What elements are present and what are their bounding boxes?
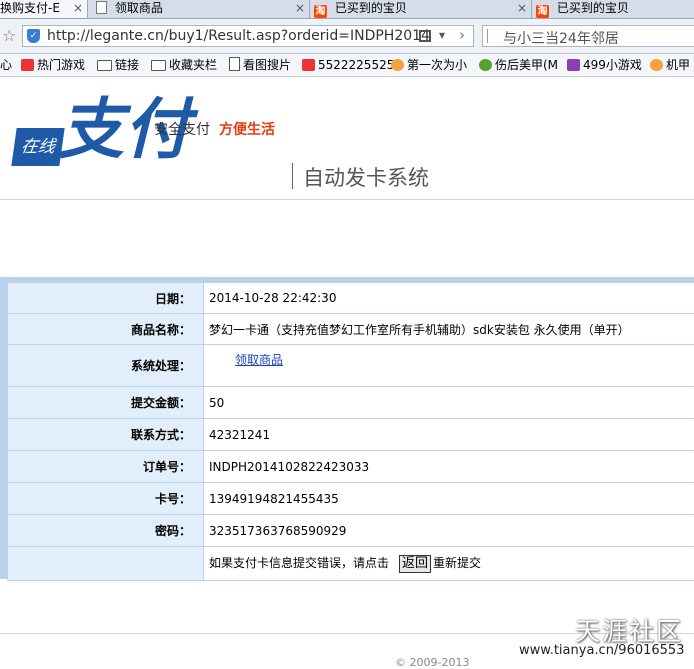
row-label: 密码：	[8, 515, 204, 547]
search-divider	[487, 29, 488, 43]
tab-label: 领取商品	[115, 1, 163, 15]
table-row: 卡号： 13949194821455435	[8, 483, 694, 515]
qr-code-icon[interactable]	[419, 30, 431, 42]
row-label: 卡号：	[8, 483, 204, 515]
table-row: 联系方式： 42321241	[8, 419, 694, 451]
game-icon	[21, 59, 34, 71]
table-row: 商品名称： 梦幻一卡通（支持充值梦幻工作室所有手机辅助）sdk安装包 永久使用（…	[8, 314, 694, 345]
copyright-text: © 2009-2013	[395, 656, 469, 669]
purple-icon	[567, 59, 580, 71]
chevron-down-icon[interactable]: ▾	[439, 28, 445, 42]
folder-icon	[97, 60, 112, 71]
table-row: 密码： 323517363768590929	[8, 515, 694, 547]
folder-icon	[151, 60, 166, 71]
row-value: 领取商品	[204, 345, 694, 387]
star-icon[interactable]: ☆	[2, 26, 16, 45]
tab-label: 已买到的宝贝	[335, 1, 407, 15]
page-icon	[229, 57, 240, 71]
tab-strip: 换购支付-E × 领取商品 × 淘 已买到的宝贝 × 淘 已买到的宝贝	[0, 0, 694, 19]
logo-small-text: 在线	[11, 128, 64, 166]
close-icon[interactable]: ×	[517, 0, 527, 17]
bookmark-links[interactable]: 链接	[97, 57, 139, 73]
tab-claim-goods[interactable]: 领取商品 ×	[88, 0, 310, 18]
tab-bought-items-2[interactable]: 淘 已买到的宝贝	[532, 0, 694, 18]
address-bar[interactable]: ✓ http://legante.cn/buy1/Result.asp?orde…	[22, 25, 474, 47]
row-value: 梦幻一卡通（支持充值梦幻工作室所有手机辅助）sdk安装包 永久使用（单开）	[204, 314, 694, 345]
tab-label: 换购支付-E	[0, 1, 60, 15]
row-value: 323517363768590929	[204, 515, 694, 547]
green-icon	[479, 59, 492, 71]
tab-label: 已买到的宝贝	[557, 1, 629, 15]
bookmark-manicure[interactable]: 伤后美甲(M	[479, 57, 558, 73]
table-row: 提交金额： 50	[8, 387, 694, 419]
bookmark-499-games[interactable]: 499小游戏	[567, 57, 642, 73]
page-title: 自动发卡系统	[303, 162, 429, 192]
table-row: 系统处理： 领取商品	[8, 345, 694, 387]
row-value: 如果支付卡信息提交错误，请点击返回重新提交	[204, 547, 694, 581]
header-divider	[292, 163, 293, 189]
back-button[interactable]: 返回	[399, 555, 431, 573]
search-input[interactable]: 与小三当24年邻居	[482, 25, 694, 47]
bookmark-favorites[interactable]: 收藏夹栏	[151, 57, 217, 73]
row-value: 13949194821455435	[204, 483, 694, 515]
taobao-icon: 淘	[314, 5, 327, 18]
table-row: 订单号： INDPH2014102822423033	[8, 451, 694, 483]
bookmark-item[interactable]: 心	[0, 57, 12, 73]
error-hint-text: 如果支付卡信息提交错误，请点击	[209, 556, 389, 570]
bookmark-mecha[interactable]: 机甲	[650, 57, 690, 73]
row-label: 日期：	[8, 283, 204, 314]
search-text[interactable]: 与小三当24年邻居	[503, 28, 619, 48]
row-label: 系统处理：	[8, 345, 204, 387]
url-text[interactable]: http://legante.cn/buy1/Result.asp?orderi…	[47, 28, 430, 44]
tagline-convenient: 方便生活	[219, 119, 275, 139]
resubmit-text: 重新提交	[433, 556, 481, 570]
row-label: 商品名称：	[8, 314, 204, 345]
row-label: 联系方式：	[8, 419, 204, 451]
watermark-url: www.tianya.cn/96016553	[519, 643, 684, 658]
face-icon	[391, 59, 404, 71]
row-label: 提交金额：	[8, 387, 204, 419]
header-rule	[0, 199, 694, 200]
red-icon	[302, 59, 315, 71]
tab-payment[interactable]: 换购支付-E ×	[0, 0, 88, 18]
close-icon[interactable]: ×	[295, 0, 305, 17]
row-value: INDPH2014102822423033	[204, 451, 694, 483]
order-result-table: 日期： 2014-10-28 22:42:30 商品名称： 梦幻一卡通（支持充值…	[7, 282, 694, 581]
tagline-secure: 安全支付	[154, 119, 210, 139]
row-label: 订单号：	[8, 451, 204, 483]
taobao-icon: 淘	[536, 5, 549, 18]
bookmark-image-search[interactable]: 看图搜片	[229, 57, 291, 73]
claim-goods-link[interactable]: 领取商品	[235, 353, 283, 367]
bookmark-number[interactable]: 5522225525	[302, 57, 394, 73]
navigation-bar: ☆ ✓ http://legante.cn/buy1/Result.asp?or…	[0, 19, 694, 54]
row-value: 42321241	[204, 419, 694, 451]
row-value: 50	[204, 387, 694, 419]
table-row: 如果支付卡信息提交错误，请点击返回重新提交	[8, 547, 694, 581]
order-result-panel: 日期： 2014-10-28 22:42:30 商品名称： 梦幻一卡通（支持充值…	[0, 277, 694, 579]
tab-bought-items[interactable]: 淘 已买到的宝贝 ×	[310, 0, 532, 18]
go-arrow-icon[interactable]: ›	[459, 26, 465, 44]
bookmark-hot-games[interactable]: 热门游戏	[21, 57, 85, 73]
table-row: 日期： 2014-10-28 22:42:30	[8, 283, 694, 314]
close-icon[interactable]: ×	[73, 0, 83, 17]
bookmarks-bar: 心 热门游戏 链接 收藏夹栏 看图搜片 5522225525 第一次为小 伤后美…	[0, 54, 694, 77]
row-label-empty	[8, 547, 204, 581]
row-value: 2014-10-28 22:42:30	[204, 283, 694, 314]
face-icon	[650, 59, 663, 71]
page-icon	[96, 1, 107, 14]
bookmark-first-time[interactable]: 第一次为小	[391, 57, 467, 73]
shield-icon: ✓	[27, 29, 40, 43]
